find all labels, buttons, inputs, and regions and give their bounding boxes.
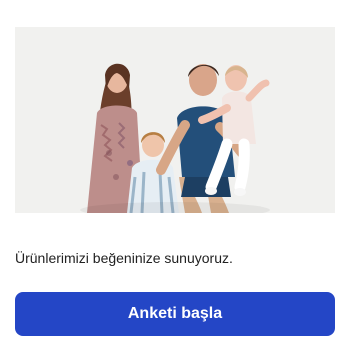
family-illustration — [15, 27, 335, 213]
start-survey-button[interactable]: Anketi başla — [15, 292, 335, 336]
family-photo — [15, 27, 335, 213]
survey-message: Ürünlerimizi beğeninize sunuyoruz. — [15, 250, 233, 266]
